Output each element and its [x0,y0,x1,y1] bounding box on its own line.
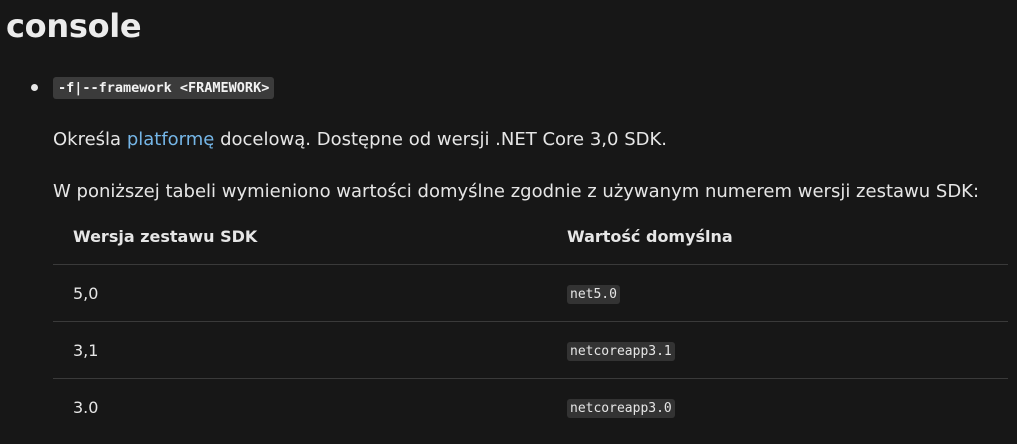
cell-default-value: netcoreapp3.0 [547,379,1008,436]
description-text-after: docelową. Dostępne od wersji .NET Core 3… [214,129,668,150]
cell-sdk-version: 5,0 [53,264,547,322]
defaults-table: Wersja zestawu SDK Wartość domyślna 5,0 … [53,208,1008,435]
framework-option-code: -f|--framework <FRAMEWORK> [53,77,275,99]
header-default-value: Wartość domyślna [547,208,1008,265]
table-row: 3,1 netcoreapp3.1 [53,321,1008,379]
table-row: 5,0 net5.0 [53,264,1008,322]
cell-sdk-version: 3,1 [53,321,547,379]
table-header-row: Wersja zestawu SDK Wartość domyślna [53,208,1008,265]
page-title: console [6,7,142,45]
description-text-before: Określa [53,129,127,150]
cell-default-value: net5.0 [547,264,1008,322]
default-value-code: net5.0 [567,285,620,304]
list-bullet [31,84,38,91]
cell-sdk-version: 3.0 [73,397,99,417]
description-paragraph: Określa platformę docelową. Dostępne od … [53,128,667,152]
cell-default-value: netcoreapp3.1 [547,321,1008,379]
table-row: 3.0 netcoreapp3.0 [53,379,1008,436]
platform-link[interactable]: platformę [127,129,215,150]
default-value-code: netcoreapp3.1 [567,342,675,361]
table-intro-paragraph: W poniższej tabeli wymieniono wartości d… [53,181,980,202]
header-sdk-version: Wersja zestawu SDK [53,208,547,265]
default-value-code: netcoreapp3.0 [567,399,675,418]
